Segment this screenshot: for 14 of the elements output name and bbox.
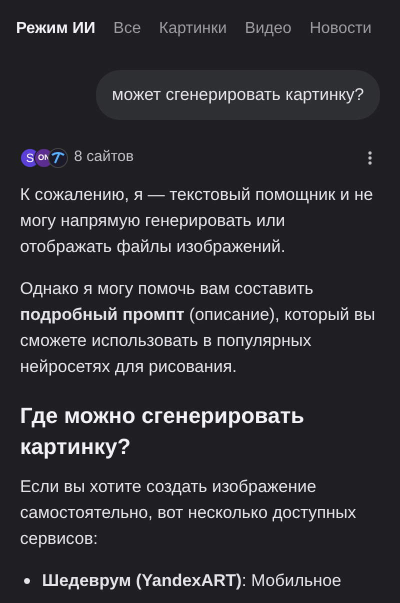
bullet-icon xyxy=(24,578,30,584)
answer-paragraph: Если вы хотите создать изображение самостоятельно, вот несколько доступных сервисов: xyxy=(20,476,358,550)
answer-paragraph: К сожалению, я — текстовый помощник и не могу напрямую генерировать или отображать файлы изображений. xyxy=(20,184,374,258)
section-heading: Где можно сгенерировать картинку? xyxy=(20,402,306,461)
answer-paragraph: Однако я могу помочь вам составить подробный промпт (описание), который вы сможете использовать в популярных нейросетях для рисования. xyxy=(20,278,376,378)
sources-count[interactable]: 8 сайтов xyxy=(74,146,134,169)
tab[interactable]: Новости xyxy=(310,17,372,41)
list-item-text: Шедеврум (YandexART): Мобильное xyxy=(42,570,342,592)
tab[interactable]: Все xyxy=(113,17,141,41)
tab[interactable]: Картинки xyxy=(159,17,227,41)
tab[interactable]: Режим ИИ xyxy=(16,17,96,41)
tab[interactable]: Видео xyxy=(244,17,292,41)
more-options-icon[interactable] xyxy=(368,150,372,164)
query-bubble: может сгенерировать картинку? xyxy=(96,70,380,120)
